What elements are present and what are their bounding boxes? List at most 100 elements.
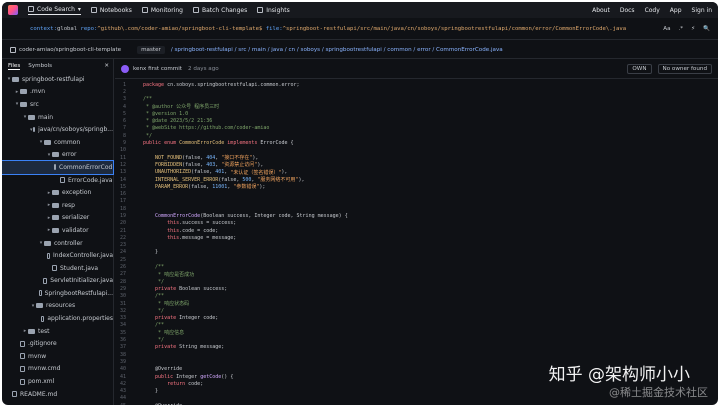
line-number[interactable]: 19 [115,213,130,219]
code-line[interactable]: 27 * 响应是否成功 [115,271,718,278]
line-number[interactable]: 7 [115,125,130,131]
code-line[interactable]: 21 this .code = code; [115,227,718,234]
tree-folder[interactable]: ▸ validator [2,224,113,237]
line-number[interactable]: 45 [115,403,130,405]
code-line[interactable]: 9 public enum CommonErrorCode implements … [115,139,718,146]
line-number[interactable]: 36 [115,337,130,343]
line-number[interactable]: 42 [115,381,130,387]
code-line[interactable]: 38 [115,351,718,358]
code-line[interactable]: 34 /** [115,322,718,329]
tree-folder[interactable]: ▾ controller [2,237,113,250]
tree-file[interactable]: Student.java [2,262,113,275]
line-number[interactable]: 43 [115,388,130,394]
line-number[interactable]: 18 [115,206,130,212]
branch-selector[interactable]: master [137,45,165,54]
code-line[interactable]: 20 this .success = success; [115,220,718,227]
line-number[interactable]: 37 [115,344,130,350]
code-line[interactable]: 18 [115,205,718,212]
nav-code-search[interactable]: Code Search ▾ [28,6,81,15]
code-line[interactable]: 15 PARAM_ERROR (false, 11001, "参数错误"); [115,183,718,191]
sign-in-link[interactable]: Sign in [692,7,712,14]
tab-files[interactable]: Files [8,63,21,70]
tree-file[interactable]: ErrorCode.java [2,174,113,187]
tree-file[interactable]: SpringbootRestfulapi... [2,287,113,300]
line-number[interactable]: 6 [115,118,130,124]
line-number[interactable]: 14 [115,177,130,183]
code-line[interactable]: 16 [115,190,718,197]
code-line[interactable]: 1 package cn.soboys.springbootrestfulapi.… [115,81,718,88]
line-number[interactable]: 3 [115,96,130,102]
line-number[interactable]: 28 [115,279,130,285]
line-number[interactable]: 38 [115,352,130,358]
nav-notebooks[interactable]: Notebooks [90,7,132,14]
line-number[interactable]: 29 [115,286,130,292]
line-number[interactable]: 26 [115,264,130,270]
code-line[interactable]: 6 * @date 2023/5/2 21:36 [115,117,718,124]
code-line[interactable]: 31 * 响应状态码 [115,300,718,308]
tree-file[interactable]: IndexController.java [2,249,113,262]
code-line[interactable]: 33 private Integer code; [115,315,718,322]
line-number[interactable]: 2 [115,89,130,95]
tree-file[interactable]: README.md [2,388,113,401]
line-number[interactable]: 24 [115,249,130,255]
tree-folder[interactable]: ▾ springboot-restfulapi [2,73,113,86]
line-number[interactable]: 12 [115,162,130,168]
tree-file[interactable]: CommonErrorCod... [2,160,114,175]
commit-author[interactable]: kenx [133,66,146,72]
tree-file[interactable]: .gitignore [2,337,113,350]
structural-search-toggle[interactable]: ⚡ [691,26,695,32]
close-icon[interactable]: ✕ [104,63,113,69]
own-button[interactable]: OWN [627,63,652,74]
code-line[interactable]: 10 [115,147,718,154]
code-line[interactable]: 29 private Boolean success; [115,285,718,292]
code-line[interactable]: 30 /** [115,293,718,300]
nav-docs[interactable]: Docs [620,7,635,14]
line-number[interactable]: 15 [115,184,130,190]
tree-folder[interactable]: ▾ java/cn/soboys/springb... [2,123,113,136]
code-line[interactable]: 35 * 响应信息 [115,329,718,337]
code-line[interactable]: 19 CommonErrorCode (Boolean success, Inte… [115,212,718,219]
code-line[interactable]: 13 UNAUTHORIZED (false, 401, "未认证（签名错误）")… [115,169,718,176]
tree-folder[interactable]: ▾ common [2,136,113,149]
line-number[interactable]: 44 [115,395,130,401]
code-line[interactable]: 45 @Override [115,402,718,405]
line-number[interactable]: 21 [115,228,130,234]
nav-about[interactable]: About [592,7,610,14]
tree-folder[interactable]: ▾ main [2,111,113,124]
nav-monitoring[interactable]: Monitoring [141,7,183,14]
code-line[interactable]: 23 [115,242,718,249]
line-number[interactable]: 39 [115,359,130,365]
line-number[interactable]: 5 [115,111,130,117]
tree-folder[interactable]: ▸ resp [2,199,113,212]
regex-toggle[interactable]: .* [679,26,684,32]
line-number[interactable]: 17 [115,198,130,204]
search-submit-icon[interactable]: 🔍 [703,26,710,32]
line-number[interactable]: 13 [115,169,130,175]
line-number[interactable]: 40 [115,366,130,372]
search-bar[interactable]: context:global repo:^github\.com/coder-a… [2,18,718,40]
code-line[interactable]: 4 * @author 公众号 程序员三时 [115,103,718,111]
line-number[interactable]: 32 [115,308,130,314]
line-number[interactable]: 30 [115,293,130,299]
line-number[interactable]: 22 [115,235,130,241]
tree-file[interactable]: mvnw.cmd [2,363,113,376]
code-line[interactable]: 3 /** [115,96,718,103]
nav-batch-changes[interactable]: Batch Changes [192,7,247,14]
line-number[interactable]: 8 [115,133,130,139]
line-number[interactable]: 1 [115,82,130,88]
line-number[interactable]: 4 [115,104,130,110]
search-query[interactable]: context:global repo:^github\.com/coder-a… [30,26,626,32]
line-number[interactable]: 27 [115,271,130,277]
line-number[interactable]: 41 [115,374,130,380]
tree-folder[interactable]: ▸ serializer [2,212,113,225]
code-line[interactable]: 7 * @webSite https://github.com/coder-am… [115,125,718,132]
code-line[interactable]: 14 INTERNAL_SERVER_ERROR (false, 500, "服务… [115,176,718,184]
code-line[interactable]: 5 * @version 1.0 [115,110,718,117]
tab-symbols[interactable]: Symbols [28,63,52,69]
owner-status[interactable]: No owner found [657,63,712,74]
tree-folder[interactable]: ▾ error [2,149,113,162]
sourcegraph-logo-icon[interactable] [8,5,18,15]
code-view[interactable]: 1 package cn.soboys.springbootrestfulapi.… [115,81,718,405]
case-sensitive-toggle[interactable]: Aa [663,26,670,32]
tree-file[interactable]: mvnw [2,350,113,363]
